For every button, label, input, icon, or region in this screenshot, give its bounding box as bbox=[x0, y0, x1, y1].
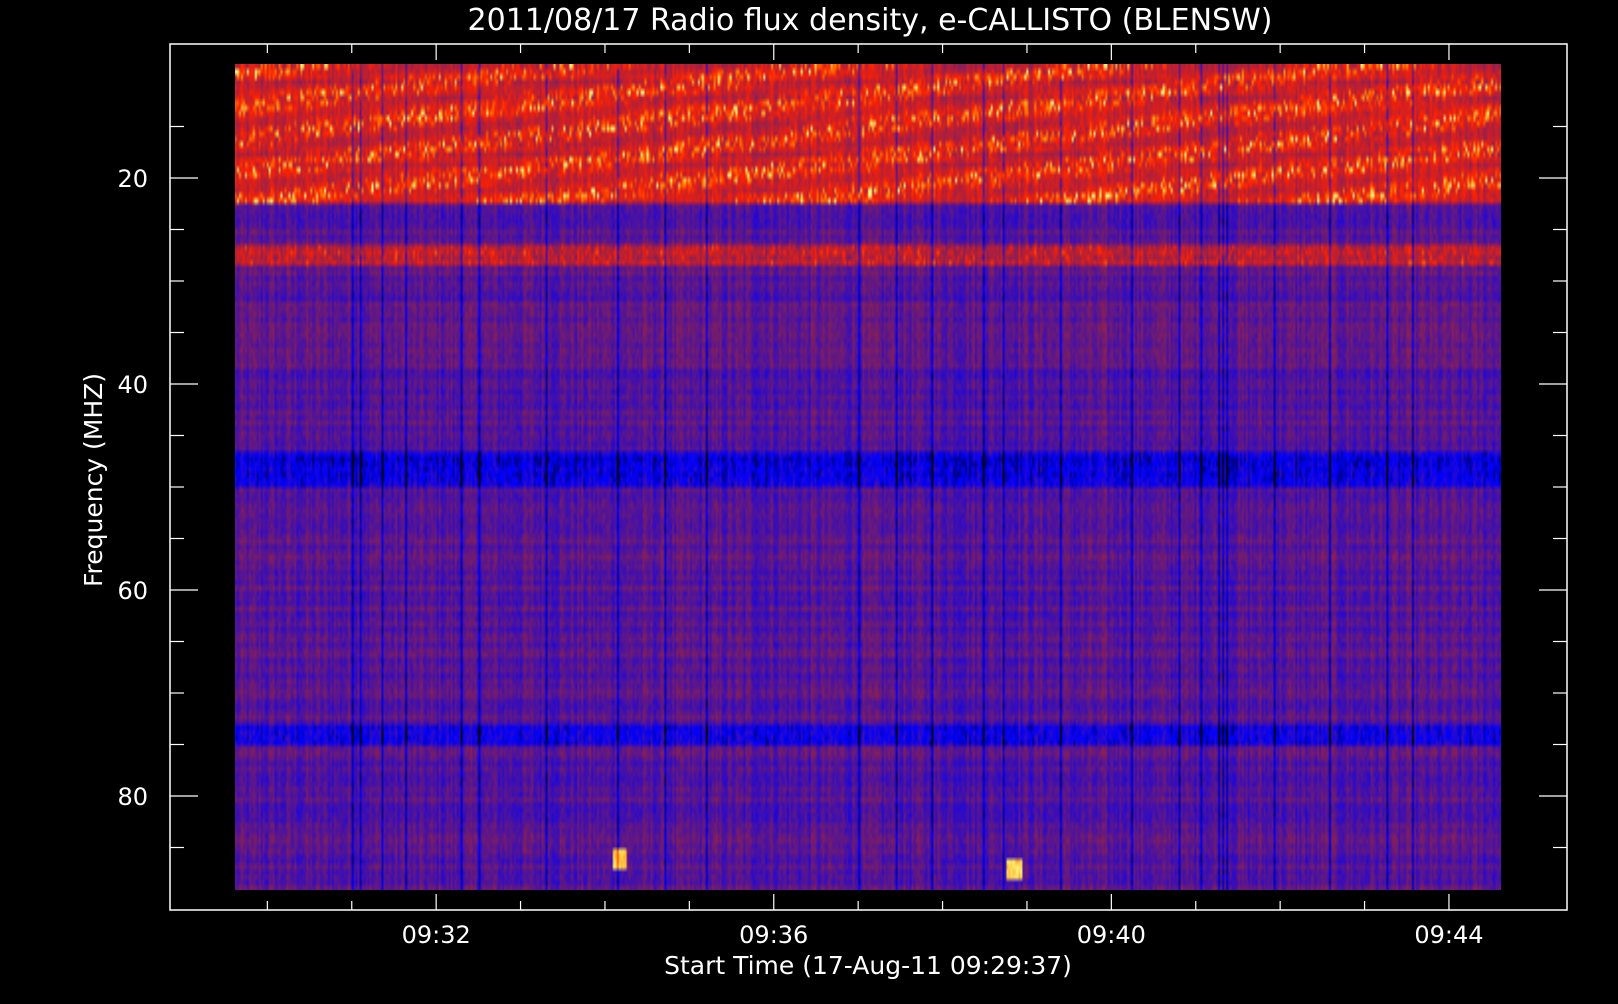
y-tick-label: 60 bbox=[117, 577, 148, 605]
x-axis-label: Start Time (17-Aug-11 09:29:37) bbox=[664, 951, 1072, 980]
y-tick-label: 20 bbox=[117, 165, 148, 193]
x-tick-label: 09:36 bbox=[739, 921, 808, 949]
chart-svg: 2011/08/17 Radio flux density, e-CALLIST… bbox=[79, 3, 1568, 980]
x-tick-label: 09:32 bbox=[402, 921, 471, 949]
spectrogram-raster bbox=[235, 64, 1501, 890]
spectrogram-chart: 2011/08/17 Radio flux density, e-CALLIST… bbox=[0, 0, 1618, 1000]
x-tick-label: 09:40 bbox=[1077, 921, 1146, 949]
y-tick-label: 80 bbox=[117, 783, 148, 811]
y-axis-label: Frequency (MHZ) bbox=[79, 373, 108, 587]
spectrogram-image bbox=[235, 64, 1501, 890]
chart-title: 2011/08/17 Radio flux density, e-CALLIST… bbox=[468, 3, 1273, 38]
y-tick-label: 40 bbox=[117, 371, 148, 399]
x-tick-label: 09:44 bbox=[1414, 921, 1483, 949]
